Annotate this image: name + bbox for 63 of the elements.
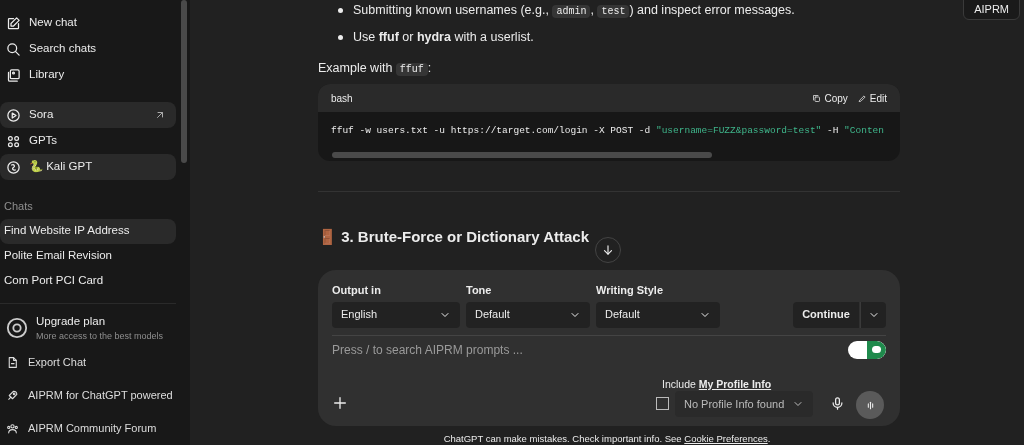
sidebar-item[interactable]: GPTs — [0, 128, 176, 154]
arrow-down-icon — [601, 243, 615, 257]
images-icon — [6, 67, 21, 83]
sidebar-item[interactable]: Library — [0, 62, 176, 88]
field-label: Tone — [466, 283, 493, 298]
chat-item[interactable]: Polite Email Revision — [0, 243, 176, 269]
upgrade-subtitle: More access to the best models — [36, 329, 164, 343]
code-line: ffuf -w users.txt -u https://target.com/login -X POST -d "username=FUZZ&password=test" -H "Conten — [330, 124, 885, 139]
arrow-up-right-icon — [154, 109, 166, 121]
continue-button[interactable]: Continue — [793, 301, 859, 328]
sidebar-item[interactable]: 🐍 Kali GPT — [0, 154, 176, 180]
prompt-input[interactable]: Press / to search AIPRM prompts ... — [332, 340, 848, 359]
sidebar-item[interactable]: New chat — [0, 10, 176, 36]
sidebar-link[interactable]: AIPRM for ChatGPT powered — [0, 379, 176, 412]
search-icon — [6, 41, 21, 57]
microphone-button[interactable] — [830, 396, 845, 411]
upgrade-title: Upgrade plan — [36, 313, 107, 329]
include-label: Include My Profile Info — [662, 377, 772, 392]
microphone-icon — [830, 396, 845, 411]
checkbox[interactable] — [656, 397, 669, 410]
code-language: bash — [331, 91, 353, 106]
field-label: Output in — [332, 283, 382, 298]
dropdown[interactable]: No Profile Info found — [675, 391, 813, 417]
bullet-icon — [338, 7, 343, 13]
sidebar-link[interactable]: Export Chat — [0, 346, 176, 379]
profile-info-link[interactable]: My Profile Info — [698, 378, 772, 390]
dropdown[interactable]: Default — [596, 301, 720, 328]
sidebar-item[interactable]: Sora — [0, 102, 176, 128]
pencil-square-icon — [6, 15, 21, 31]
voice-mode-button[interactable] — [856, 391, 884, 419]
cookie-preferences-link[interactable]: Cookie Preferences — [684, 433, 768, 444]
field-label: Writing Style — [596, 283, 665, 298]
footer-disclaimer: ChatGPT can make mistakes. Check important info. See Cookie Preferences. — [442, 432, 772, 445]
add-button[interactable] — [332, 395, 348, 411]
pencil-icon — [857, 93, 867, 103]
people-icon — [6, 422, 19, 435]
aiprm-button[interactable]: AIPRM — [963, 0, 1020, 20]
sidebar-item[interactable]: Search chats — [0, 36, 176, 62]
section-heading: 🚪 3. Brute-Force or Dictionary Attack — [318, 227, 590, 248]
paragraph: Example with ffuf : — [318, 59, 433, 78]
sidebar-link[interactable]: AIPRM Community Forum — [0, 412, 176, 445]
copy-icon — [812, 93, 822, 103]
upgrade-plan-item[interactable]: Upgrade plan More access to the best models — [0, 310, 176, 346]
sidebar-scrollbar[interactable] — [181, 0, 187, 163]
dropdown[interactable]: Default — [466, 301, 590, 328]
plus-icon — [332, 395, 348, 411]
scroll-down-button[interactable] — [595, 237, 621, 263]
section-heading: Chats — [3, 199, 34, 214]
toggle-switch[interactable] — [848, 340, 886, 359]
dropdown[interactable]: English — [332, 301, 460, 328]
rocket-icon — [6, 389, 19, 402]
bullet-icon — [338, 34, 343, 40]
code-scrollbar[interactable] — [332, 152, 712, 159]
four-circles-icon — [6, 133, 21, 149]
bullet-text: Use ffuf or hydra with a userlist. — [353, 28, 534, 46]
play-circle-icon — [6, 107, 21, 123]
bullet-text: Submitting known usernames (e.g., admin , test ) and inspect error messages. — [353, 2, 795, 20]
edit-button[interactable]: Edit — [857, 90, 887, 106]
copy-button[interactable]: Copy — [812, 90, 848, 106]
file-icon — [6, 356, 19, 369]
chat-item[interactable]: Com Port PCI Card — [0, 268, 176, 294]
chat-item[interactable]: Find Website IP Address — [0, 218, 176, 244]
dropdown-toggle-button[interactable] — [860, 301, 886, 328]
